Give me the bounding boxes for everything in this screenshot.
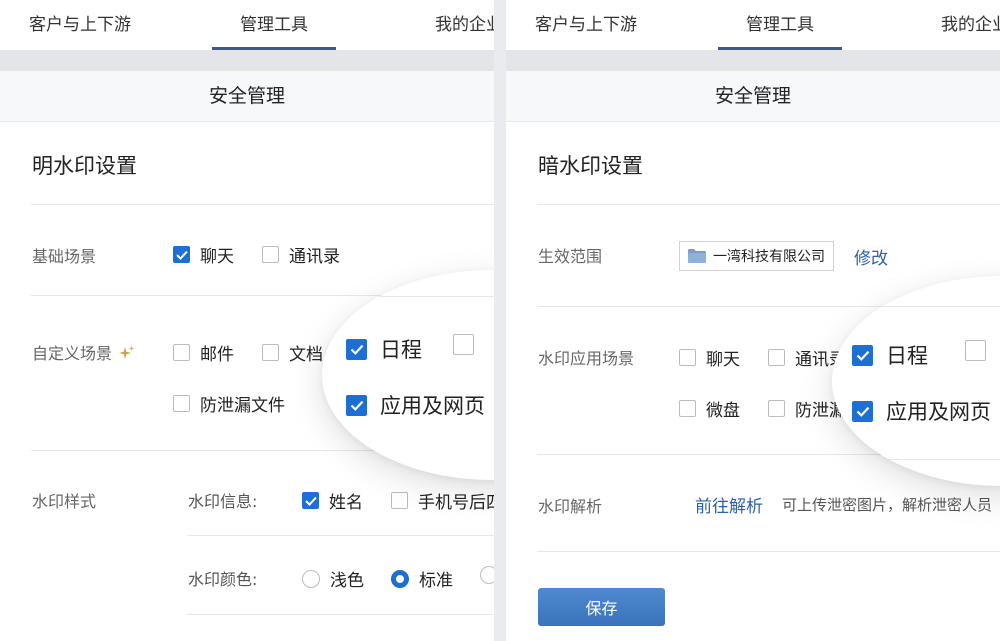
radio-selected-icon [391,569,409,588]
zoom-schedule-checkbox[interactable]: 日程 [346,334,422,364]
option-label: 手机号后四位 [418,493,494,513]
divider [832,459,1000,460]
save-button[interactable]: 保存 [538,588,665,626]
divider [31,204,494,205]
info-name-checkbox[interactable]: 姓名 [302,488,363,513]
option-label: 日程 [380,338,422,362]
tab-management-tools[interactable]: 管理工具 [212,0,336,51]
go-parse-link[interactable]: 前往解析 [695,492,763,517]
checkbox-icon [262,246,279,263]
zoom-extra-checkbox[interactable] [453,334,487,355]
zoom-extra-checkbox[interactable] [965,340,999,361]
color-custom-radio[interactable] [480,566,494,584]
tab-bar: 客户与上下游 管理工具 我的企业 [506,0,1000,51]
option-label: 浅色 [330,571,364,591]
info-phone-checkbox[interactable]: 手机号后四位 [391,488,494,513]
scene-docs-checkbox[interactable]: 文档 [262,340,323,365]
folder-icon [688,249,706,263]
divider [537,551,1000,552]
option-label: 应用及网页 [886,400,991,424]
divider [0,51,494,71]
color-light-radio[interactable]: 浅色 [302,566,364,591]
checkbox-checked-icon [852,400,873,422]
tab-my-enterprise[interactable]: 我的企业 [941,0,1000,51]
zoom-schedule-checkbox[interactable]: 日程 [852,340,928,370]
scene-chat-checkbox[interactable]: 聊天 [679,345,740,370]
checkbox-checked-icon [173,246,190,263]
edit-scope-link[interactable]: 修改 [854,244,888,269]
right-panel: 客户与上下游 管理工具 我的企业 安全管理 暗水印设置 生效范围 一湾科技有限公… [506,0,1000,641]
divider [322,296,494,297]
checkbox-checked-icon [852,344,873,366]
left-panel: 客户与上下游 管理工具 我的企业 安全管理 明水印设置 基础场景 聊天 通讯录 … [0,0,494,641]
checkbox-icon [391,492,408,509]
option-label: 邮件 [200,345,234,365]
divider [506,51,1000,71]
scene-mail-checkbox[interactable]: 邮件 [173,340,234,365]
sparkle-icon [119,345,135,359]
checkbox-checked-icon [302,492,319,509]
divider [187,614,494,615]
custom-scene-label: 自定义场景 [32,340,135,364]
scope-value: 一湾科技有限公司 [713,249,825,265]
watermark-info-label: 水印信息: [188,492,258,511]
option-label: 应用及网页 [380,394,485,418]
radio-icon [480,566,494,584]
custom-scene-text: 自定义场景 [32,344,113,363]
tab-bar: 客户与上下游 管理工具 我的企业 [0,0,494,51]
basic-scene-label: 基础场景 [32,247,97,266]
option-label: 姓名 [329,493,363,513]
checkbox-icon [173,344,190,361]
divider [537,204,1000,205]
option-label: 微盘 [706,401,740,421]
checkbox-icon [679,400,696,417]
watermark-style-label: 水印样式 [32,492,97,511]
divider [832,306,1000,307]
option-label: 标准 [419,571,453,591]
scene-dlp-files-checkbox[interactable]: 防泄漏文件 [173,391,285,416]
option-label: 聊天 [706,350,740,370]
option-label: 防泄漏文件 [200,396,285,416]
tab-management-tools[interactable]: 管理工具 [718,0,842,51]
section-title: 安全管理 [506,71,1000,122]
tab-customers[interactable]: 客户与上下游 [535,0,637,51]
checkbox-checked-icon [346,394,367,416]
option-label: 日程 [886,344,928,368]
radio-icon [302,569,320,588]
checkbox-icon [453,334,474,355]
checkbox-checked-icon [346,338,367,360]
scope-label: 生效范围 [538,247,603,266]
checkbox-icon [965,340,986,361]
scene-contacts-checkbox[interactable]: 通讯录 [262,242,340,267]
scope-selector[interactable]: 一湾科技有限公司 [679,241,834,271]
section-title: 安全管理 [0,71,494,122]
parse-description: 可上传泄密图片，解析泄密人员 [782,496,993,514]
zoom-apps-web-checkbox[interactable]: 应用及网页 [346,390,485,420]
checkbox-icon [173,395,190,412]
tab-customers[interactable]: 客户与上下游 [29,0,131,51]
checkbox-icon [262,344,279,361]
option-label: 聊天 [200,247,234,267]
page-title: 明水印设置 [32,154,137,178]
page-title: 暗水印设置 [538,154,643,178]
scene-drive-checkbox[interactable]: 微盘 [679,396,740,421]
divider [187,535,494,536]
color-standard-radio[interactable]: 标准 [391,566,453,591]
parse-label: 水印解析 [538,497,603,516]
checkbox-icon [679,349,696,366]
checkbox-icon [768,400,785,417]
option-label: 通讯录 [289,247,340,267]
watermark-color-label: 水印颜色: [188,570,258,589]
option-label: 文档 [289,345,323,365]
scene-label: 水印应用场景 [538,349,635,368]
checkbox-icon [768,349,785,366]
scene-chat-checkbox[interactable]: 聊天 [173,242,234,267]
zoom-apps-web-checkbox[interactable]: 应用及网页 [852,396,991,426]
tab-my-enterprise[interactable]: 我的企业 [435,0,494,51]
